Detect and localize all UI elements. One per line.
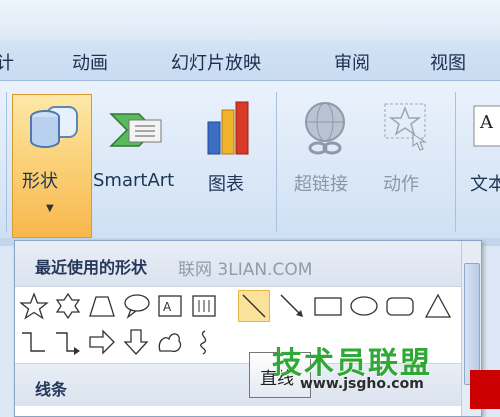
smartart-label: SmartArt (93, 170, 175, 191)
rounded-rectangle-shape[interactable] (385, 291, 415, 321)
action-star-icon (384, 103, 427, 151)
ribbon-separator (276, 92, 277, 232)
bar-chart-icon (207, 101, 249, 155)
title-bar (0, 0, 500, 40)
vertical-textbox-shape[interactable] (189, 291, 219, 321)
down-arrow-shape[interactable] (121, 327, 151, 357)
rectangle-shape[interactable] (313, 291, 343, 321)
oval-shape[interactable] (349, 291, 379, 321)
globe-link-icon (305, 102, 345, 155)
dropdown-arrow-icon: ▼ (46, 203, 54, 214)
callout-oval-shape[interactable] (121, 291, 151, 321)
elbow-connector-shape[interactable] (19, 327, 49, 357)
chart-label: 图表 (208, 174, 244, 195)
ribbon-separator (6, 92, 7, 232)
textbox-icon: A (473, 105, 500, 147)
logo-accent-bar (470, 370, 500, 409)
shapes-label: 形状 (22, 171, 58, 192)
tab-slideshow[interactable]: 幻灯片放映 (171, 49, 261, 75)
tab-design[interactable]: 计 (0, 49, 14, 75)
tab-view[interactable]: 视图 (430, 49, 466, 75)
watermark-text: 联网 3LIAN.COM (178, 260, 313, 280)
ribbon-separator (455, 92, 456, 232)
tab-animations[interactable]: 动画 (72, 49, 108, 75)
action-label: 动作 (383, 174, 419, 195)
textbox-button[interactable]: A 文本 (462, 96, 500, 206)
hyperlink-button[interactable]: 超链接 (290, 96, 370, 206)
chart-button[interactable]: 图表 (196, 96, 266, 206)
shapes-button[interactable]: 形状 ▼ (12, 94, 92, 238)
site-logo: 技术员联盟 www.jsgho.com (272, 338, 462, 394)
shapes-icon (30, 106, 78, 148)
star-5-shape[interactable] (19, 291, 49, 321)
action-button[interactable]: 动作 (377, 96, 445, 206)
triangle-shape[interactable] (423, 291, 453, 321)
star-6-shape[interactable] (53, 291, 83, 321)
hyperlink-label: 超链接 (294, 174, 348, 195)
logo-url: www.jsgho.com (300, 376, 424, 392)
scribble-shape[interactable] (189, 327, 219, 357)
textbox-label: 文本 (470, 174, 500, 195)
tab-review[interactable]: 审阅 (334, 49, 370, 75)
svg-text:A: A (163, 300, 172, 314)
svg-text:A: A (479, 112, 494, 133)
smartart-button[interactable]: SmartArt (93, 96, 187, 206)
line-shape[interactable] (238, 290, 270, 322)
elbow-arrow-connector-shape[interactable] (53, 327, 83, 357)
smartart-icon (109, 113, 162, 147)
freeform-shape[interactable] (155, 327, 185, 357)
right-arrow-shape[interactable] (87, 327, 117, 357)
ribbon-tab-strip: 计 动画 幻灯片放映 审阅 视图 (0, 40, 500, 81)
textbox-shape[interactable]: A (155, 291, 185, 321)
trapezoid-shape[interactable] (87, 291, 117, 321)
arrow-line-shape[interactable] (277, 291, 307, 321)
scrollbar-thumb[interactable] (464, 263, 480, 385)
